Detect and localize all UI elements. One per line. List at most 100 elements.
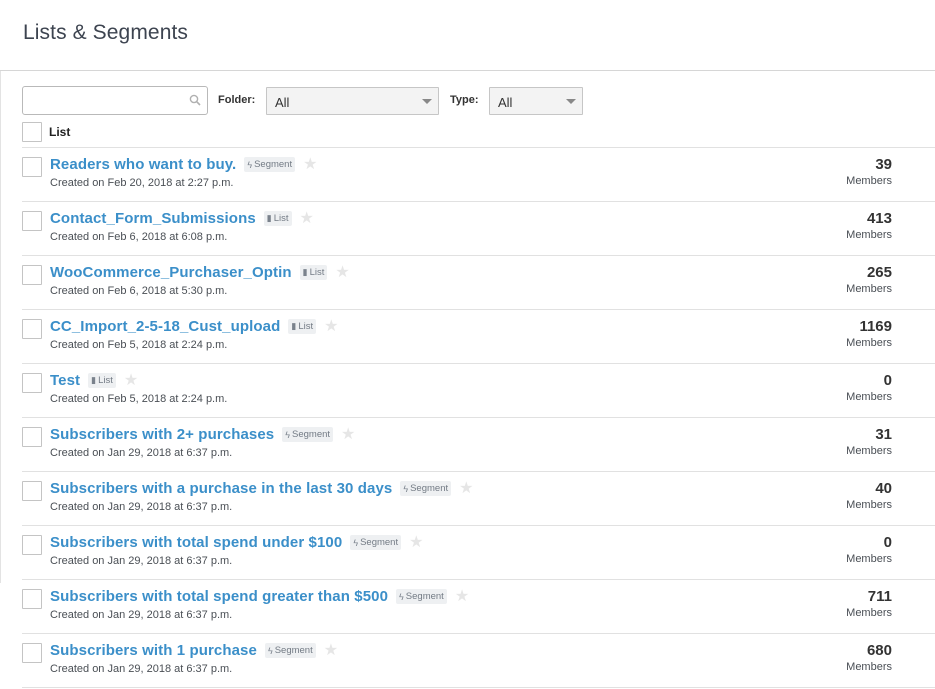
member-count: 413: [866, 210, 892, 227]
created-date: Created on Feb 5, 2018 at 2:24 p.m.: [50, 339, 228, 351]
table-row: Subscribers with a purchase in the last …: [22, 472, 935, 526]
table-row: WooCommerce_Purchaser_Optin ▮ List ★ Crea…: [22, 256, 935, 310]
type-badge-label: Segment: [274, 645, 313, 656]
table-row: Subscribers with 2+ purchases ϟ Segment ★…: [22, 418, 935, 472]
row-title-line: Readers who want to buy. ϟ Segment ★: [50, 156, 317, 173]
members-label: Members: [846, 607, 892, 619]
type-badge-label: Segment: [360, 537, 399, 548]
star-icon[interactable]: ★: [335, 264, 349, 281]
row-title-line: WooCommerce_Purchaser_Optin ▮ List ★: [50, 264, 350, 281]
chevron-down-icon: [566, 99, 576, 104]
document-icon: ▮: [266, 213, 272, 223]
search-box[interactable]: [22, 86, 208, 115]
member-count: 1169: [859, 318, 892, 335]
row-checkbox[interactable]: [22, 427, 42, 447]
type-badge-label: Segment: [292, 429, 331, 440]
type-badge: ϟ Segment: [400, 481, 452, 496]
type-badge: ▮ List: [299, 265, 328, 280]
row-checkbox[interactable]: [22, 157, 42, 177]
members-label: Members: [846, 229, 892, 241]
members-label: Members: [846, 499, 892, 511]
row-checkbox[interactable]: [22, 643, 42, 663]
members-label: Members: [846, 445, 892, 457]
star-icon[interactable]: ★: [300, 210, 314, 227]
row-checkbox[interactable]: [22, 211, 42, 231]
star-icon[interactable]: ★: [455, 588, 469, 605]
table-row: CC_Import_2-5-18_Cust_upload ▮ List ★ Cre…: [22, 310, 935, 364]
select-all-checkbox[interactable]: [22, 122, 42, 142]
type-badge: ▮ List: [88, 373, 116, 388]
created-date: Created on Jan 29, 2018 at 6:37 p.m.: [50, 555, 233, 567]
table-row: Readers who want to buy. ϟ Segment ★ Crea…: [22, 148, 935, 202]
type-badge-label: Segment: [254, 159, 293, 170]
document-icon: ▮: [291, 321, 297, 331]
search-icon[interactable]: [189, 94, 201, 106]
member-count: 680: [866, 642, 892, 659]
star-icon[interactable]: ★: [324, 642, 338, 659]
star-icon[interactable]: ★: [341, 426, 355, 443]
filter-bar: Folder: All Type: All: [22, 86, 622, 116]
members-label: Members: [846, 283, 892, 295]
type-badge: ▮ List: [288, 319, 317, 334]
members-label: Members: [846, 337, 892, 349]
row-checkbox[interactable]: [22, 589, 42, 609]
lightning-icon: ϟ: [267, 645, 273, 656]
type-select[interactable]: All: [489, 87, 583, 115]
list-name-link[interactable]: WooCommerce_Purchaser_Optin: [50, 264, 292, 281]
list-name-link[interactable]: CC_Import_2-5-18_Cust_upload: [50, 318, 280, 335]
folder-select-value: All: [275, 95, 290, 110]
table-row: Subscribers with total spend under $100 …: [22, 526, 935, 580]
type-badge-label: List: [98, 375, 113, 386]
list-name-link[interactable]: Subscribers with 1 purchase: [50, 642, 257, 659]
list-name-link[interactable]: Subscribers with total spend under $100: [50, 534, 342, 551]
created-date: Created on Feb 6, 2018 at 5:30 p.m.: [50, 285, 228, 297]
folder-select[interactable]: All: [266, 87, 439, 115]
type-badge-label: Segment: [410, 483, 449, 494]
star-icon[interactable]: ★: [303, 156, 317, 173]
member-count: 31: [875, 426, 892, 443]
row-title-line: Contact_Form_Submissions ▮ List ★: [50, 210, 314, 227]
created-date: Created on Jan 29, 2018 at 6:37 p.m.: [50, 609, 233, 621]
row-title-line: Subscribers with 1 purchase ϟ Segment ★: [50, 642, 338, 659]
list-name-link[interactable]: Subscribers with a purchase in the last …: [50, 480, 392, 497]
row-checkbox[interactable]: [22, 373, 42, 393]
star-icon[interactable]: ★: [409, 534, 423, 551]
row-checkbox[interactable]: [22, 535, 42, 555]
list-name-link[interactable]: Subscribers with 2+ purchases: [50, 426, 274, 443]
created-date: Created on Jan 29, 2018 at 6:37 p.m.: [50, 447, 233, 459]
member-count: 711: [867, 588, 892, 605]
lightning-icon: ϟ: [247, 159, 253, 170]
star-icon[interactable]: ★: [459, 480, 473, 497]
lightning-icon: ϟ: [399, 591, 404, 602]
row-checkbox[interactable]: [22, 265, 42, 285]
created-date: Created on Jan 29, 2018 at 6:37 p.m.: [50, 663, 233, 675]
members-label: Members: [846, 553, 892, 565]
row-checkbox[interactable]: [22, 481, 42, 501]
type-badge: ϟ Segment: [396, 589, 447, 604]
member-count: 40: [875, 480, 892, 497]
lightning-icon: ϟ: [353, 537, 359, 548]
star-icon[interactable]: ★: [124, 372, 138, 389]
row-title-line: Subscribers with a purchase in the last …: [50, 480, 473, 497]
type-badge: ϟ Segment: [264, 643, 316, 658]
list-name-link[interactable]: Subscribers with total spend greater tha…: [50, 588, 388, 605]
table-row: Subscribers with 1 purchase ϟ Segment ★ C…: [22, 634, 935, 688]
type-label: Type:: [450, 94, 479, 106]
list-name-link[interactable]: Test: [50, 372, 80, 389]
created-date: Created on Feb 6, 2018 at 6:08 p.m.: [50, 231, 228, 243]
member-count: 0: [883, 372, 892, 389]
document-icon: ▮: [302, 267, 308, 277]
star-icon[interactable]: ★: [324, 318, 338, 335]
created-date: Created on Feb 20, 2018 at 2:27 p.m.: [50, 177, 234, 189]
list-name-link[interactable]: Readers who want to buy.: [50, 156, 236, 173]
list-name-link[interactable]: Contact_Form_Submissions: [50, 210, 256, 227]
row-title-line: Test ▮ List ★: [50, 372, 138, 389]
page-title: Lists & Segments: [23, 21, 189, 44]
row-title-line: Subscribers with total spend under $100 …: [50, 534, 423, 551]
row-checkbox[interactable]: [22, 319, 42, 339]
chevron-down-icon: [422, 99, 432, 104]
search-input[interactable]: [23, 87, 183, 114]
left-divider: [0, 71, 1, 583]
type-badge: ▮ List: [263, 211, 292, 226]
type-badge-label: List: [273, 213, 289, 224]
